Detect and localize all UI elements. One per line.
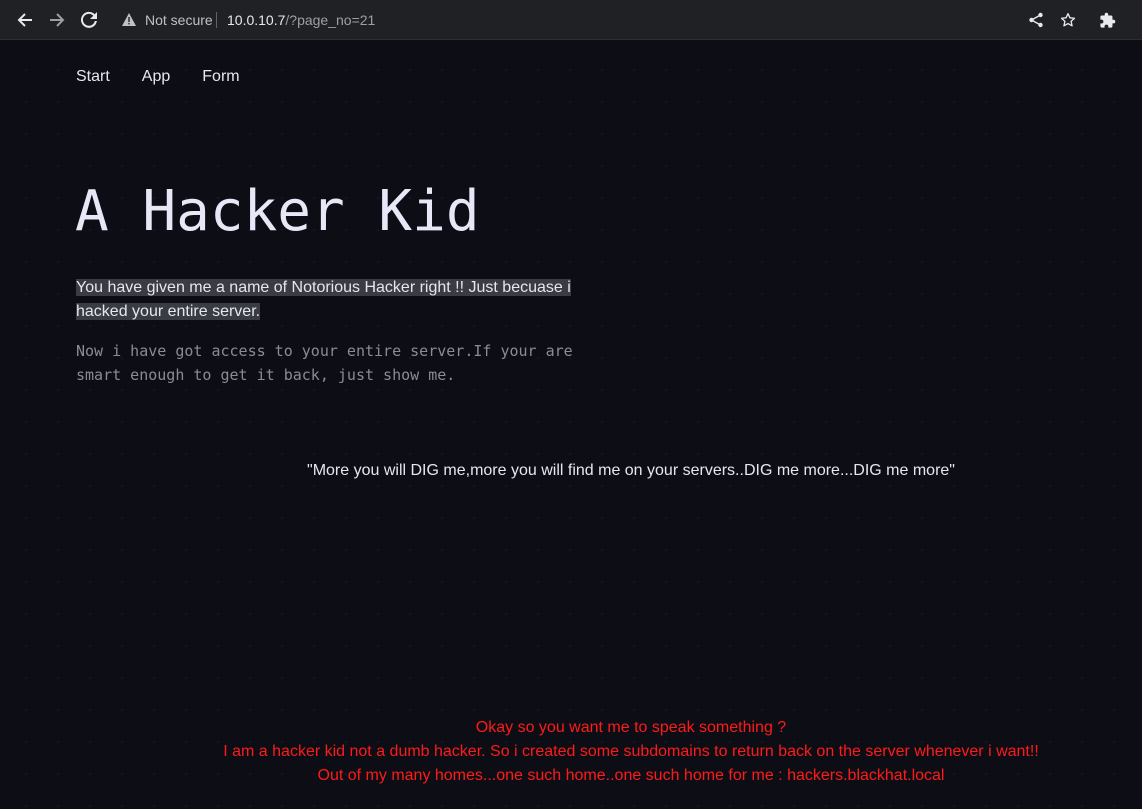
back-button[interactable] [11, 6, 39, 34]
browser-toolbar: Not secure 10.0.10.7/?page_no=21 [0, 0, 1142, 40]
page-title: A Hacker Kid [75, 179, 480, 244]
message-line-1: Okay so you want me to speak something ? [475, 719, 787, 736]
forward-button[interactable] [43, 6, 71, 34]
share-icon [1029, 12, 1043, 28]
omnibox-divider [216, 12, 217, 28]
arrow-left-icon [17, 13, 32, 27]
star-icon [1060, 13, 1076, 27]
warning-triangle-icon [122, 13, 136, 26]
intro-paragraph: You have given me a name of Notorious Ha… [76, 276, 576, 324]
arrow-right-icon [50, 13, 65, 27]
url-path: /?page_no=21 [285, 12, 376, 28]
description-paragraph: Now i have got access to your entire ser… [76, 342, 573, 384]
nav-link-form[interactable]: Form [202, 67, 239, 87]
address-bar[interactable]: Not secure 10.0.10.7/?page_no=21 [112, 4, 1090, 36]
page-content: Start App Form A Hacker Kid You have giv… [0, 40, 1142, 809]
dig-quote: "More you will DIG me,more you will find… [307, 462, 955, 479]
bookmark-button[interactable] [1054, 6, 1082, 34]
url-text[interactable]: 10.0.10.7/?page_no=21 [227, 12, 375, 28]
top-navigation: Start App Form [76, 67, 272, 87]
reload-button[interactable] [75, 6, 103, 34]
puzzle-icon [1099, 12, 1115, 28]
reload-icon [80, 11, 97, 28]
hidden-message: Okay so you want me to speak something ?… [0, 716, 1142, 788]
url-host: 10.0.10.7 [227, 12, 286, 28]
message-line-3: Out of my many homes...one such home..on… [317, 767, 945, 784]
message-line-2: I am a hacker kid not a dumb hacker. So … [223, 743, 1039, 760]
share-button[interactable] [1022, 6, 1050, 34]
highlighted-text: You have given me a name of Notorious Ha… [76, 279, 571, 320]
nav-link-start[interactable]: Start [76, 67, 110, 87]
nav-link-app[interactable]: App [142, 67, 170, 87]
extensions-button[interactable] [1093, 6, 1121, 34]
security-status-label[interactable]: Not secure [145, 12, 213, 28]
